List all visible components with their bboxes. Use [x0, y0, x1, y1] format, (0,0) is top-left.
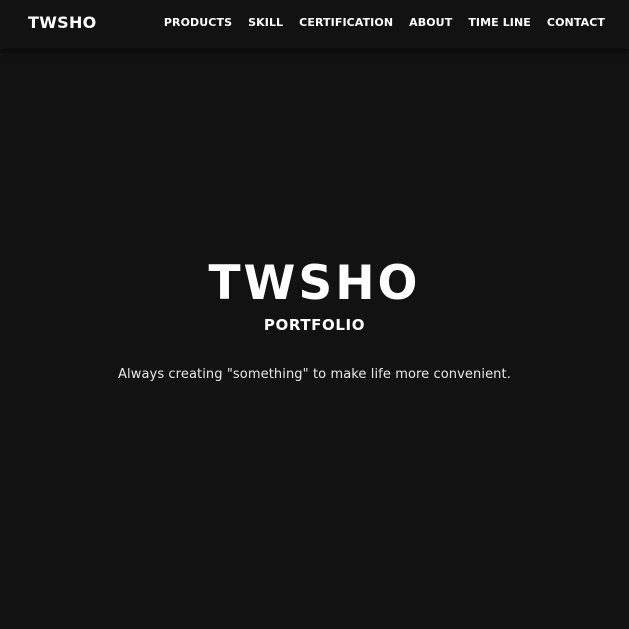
nav-products[interactable]: PRODUCTS — [164, 16, 232, 30]
hero-subtitle: PORTFOLIO — [263, 316, 366, 334]
nav-time-line[interactable]: TIME LINE — [468, 16, 531, 30]
nav-contact[interactable]: CONTACT — [547, 16, 605, 30]
nav-skill[interactable]: SKILL — [248, 16, 283, 30]
page: TWSHO PRODUCTS SKILL CERTIFICATION ABOUT… — [0, 0, 629, 629]
hero-title: TWSHO — [208, 256, 421, 311]
hero-tagline: Always creating "something" to make life… — [118, 367, 511, 382]
nav-about[interactable]: ABOUT — [409, 16, 452, 30]
nav-certification[interactable]: CERTIFICATION — [299, 16, 393, 30]
brand-logo[interactable]: TWSHO — [28, 13, 97, 33]
main-nav: PRODUCTS SKILL CERTIFICATION ABOUT TIME … — [164, 16, 605, 30]
navbar: TWSHO PRODUCTS SKILL CERTIFICATION ABOUT… — [0, 0, 629, 48]
